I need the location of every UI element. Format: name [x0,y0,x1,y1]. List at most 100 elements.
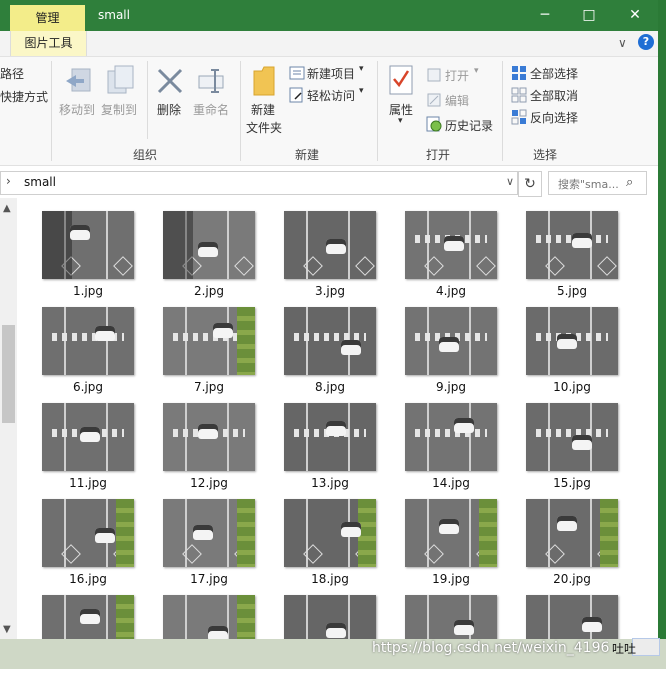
new-folder-icon [252,65,276,101]
file-item[interactable]: 9.jpg [405,307,497,399]
copy-to-button[interactable]: 复制到 [101,101,137,118]
file-item[interactable]: 13.jpg [284,403,376,495]
file-thumbnail [405,211,497,279]
file-item[interactable]: 1.jpg [42,211,134,303]
open-button[interactable]: 打开 [445,67,469,84]
file-item[interactable]: 4.jpg [405,211,497,303]
tab-picture-tools[interactable]: 图片工具 [10,31,87,56]
select-all-button[interactable]: 全部选择 [530,65,578,82]
file-thumbnail [163,403,255,471]
file-thumbnail [163,499,255,567]
maximize-button[interactable]: □ [566,0,612,31]
file-thumbnail [284,211,376,279]
history-button[interactable]: 历史记录 [445,117,493,134]
collapse-ribbon-icon[interactable]: ∨ [618,36,627,50]
address-bar[interactable] [0,171,518,195]
file-thumbnail [284,307,376,375]
scroll-down-icon[interactable]: ▼ [3,624,11,635]
ribbon-tab-row [0,31,658,57]
file-item[interactable]: 6.jpg [42,307,134,399]
file-item[interactable]: 3.jpg [284,211,376,303]
search-placeholder: 搜索"sma... [558,178,619,191]
delete-icon [156,67,184,99]
edit-button[interactable]: 编辑 [445,92,469,109]
file-item[interactable]: 2.jpg [163,211,255,303]
file-name: 14.jpg [432,476,470,490]
chevron-down-icon[interactable]: ▾ [359,64,364,74]
group-label-open: 打开 [426,148,451,162]
breadcrumb[interactable]: small [24,175,56,189]
scroll-up-icon[interactable]: ▲ [3,203,11,214]
file-thumbnail [163,307,255,375]
select-none-icon [511,87,527,107]
file-item[interactable]: 7.jpg [163,307,255,399]
copy-to-icon [106,65,136,101]
new-folder-line2[interactable]: 文件夹 [246,119,282,136]
file-thumbnail [405,307,497,375]
file-item[interactable]: 20.jpg [526,499,618,591]
move-to-button[interactable]: 移动到 [59,101,95,118]
file-item[interactable]: 19.jpg [405,499,497,591]
file-name: 10.jpg [553,380,591,394]
file-name: 18.jpg [311,572,349,586]
history-icon [426,116,442,136]
file-item[interactable]: 5.jpg [526,211,618,303]
rename-button[interactable]: 重命名 [193,101,229,118]
new-item-icon [289,65,305,84]
chevron-down-icon[interactable]: ▾ [398,116,403,126]
file-item[interactable]: 14.jpg [405,403,497,495]
move-to-icon [64,67,94,101]
file-item[interactable]: 12.jpg [163,403,255,495]
copy-path-button[interactable]: 路径 [0,65,24,82]
file-item[interactable]: 10.jpg [526,307,618,399]
file-thumbnail [405,403,497,471]
file-item[interactable]: 8.jpg [284,307,376,399]
file-item[interactable]: 11.jpg [42,403,134,495]
help-icon[interactable]: ? [638,34,654,50]
file-name: 4.jpg [435,284,467,298]
file-item[interactable]: 16.jpg [42,499,134,591]
file-thumbnail [284,403,376,471]
file-thumbnail [526,307,618,375]
new-folder-line1[interactable]: 新建 [251,101,275,118]
file-item[interactable]: 15.jpg [526,403,618,495]
ribbon: 路径 快捷方式 移动到 复制到 删除 重命名 组织 新建 文件夹 新建项目 ▾ … [0,57,658,166]
view-mode-icons[interactable] [632,638,660,656]
paste-shortcut-button[interactable]: 快捷方式 [0,88,48,105]
delete-button[interactable]: 删除 [157,101,181,118]
select-all-icon [511,65,527,85]
file-thumbnail [526,403,618,471]
group-label-new: 新建 [295,148,320,162]
file-thumbnail [42,211,134,279]
file-thumbnail [526,211,618,279]
chevron-down-icon[interactable]: ▾ [359,86,364,96]
file-thumbnail [42,499,134,567]
new-item-button[interactable]: 新建项目 [307,65,355,82]
scrollbar-thumb[interactable] [2,325,15,423]
address-history-chevron-icon[interactable]: ∨ [506,175,514,188]
minimize-button[interactable]: ─ [522,0,568,31]
file-name: 16.jpg [69,572,107,586]
file-name: 13.jpg [311,476,349,490]
chevron-down-icon[interactable]: ▾ [474,66,479,76]
file-name: 3.jpg [314,284,346,298]
easy-access-button[interactable]: 轻松访问 [307,87,355,104]
window-title: small [98,8,130,22]
rename-icon [197,68,227,98]
breadcrumb-chevron-icon[interactable]: › [6,174,11,188]
file-item[interactable]: 18.jpg [284,499,376,591]
file-name: 7.jpg [193,380,225,394]
file-item[interactable]: 17.jpg [163,499,255,591]
close-button[interactable]: ✕ [612,0,658,31]
tab-manage[interactable]: 管理 [10,5,85,31]
invert-selection-button[interactable]: 反向选择 [530,109,578,126]
file-name: 19.jpg [432,572,470,586]
refresh-button[interactable]: ↻ [518,171,542,197]
file-thumbnail [284,499,376,567]
search-icon[interactable]: ⌕ [626,175,633,190]
divider [147,61,148,139]
divider [377,61,378,161]
select-none-button[interactable]: 全部取消 [530,87,578,104]
file-name: 15.jpg [553,476,591,490]
file-name: 8.jpg [314,380,346,394]
